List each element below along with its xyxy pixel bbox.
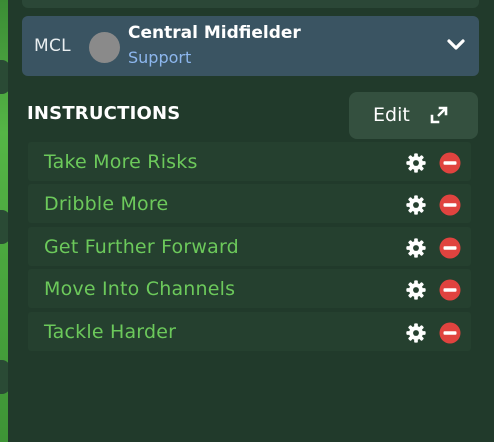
gear-icon[interactable] (405, 322, 427, 344)
position-code: MCL (34, 36, 71, 56)
instruction-label: Get Further Forward (44, 235, 239, 258)
instruction-row[interactable]: Get Further Forward (28, 226, 471, 266)
instruction-label: Dribble More (44, 193, 169, 216)
section-title: INSTRUCTIONS (27, 103, 181, 124)
remove-icon[interactable] (439, 237, 461, 259)
tactics-panel-window: MCL Central Midfielder Support INSTRUCTI… (0, 0, 494, 442)
remove-icon[interactable] (439, 152, 461, 174)
instruction-label: Move Into Channels (44, 278, 236, 301)
chevron-down-icon[interactable] (447, 38, 465, 52)
expand-icon (430, 106, 448, 124)
gear-icon[interactable] (405, 237, 427, 259)
role-name: Central Midfielder (128, 23, 301, 43)
instruction-row[interactable]: Move Into Channels (28, 269, 471, 309)
instruction-list: Take More Risks Dribble More Get Further… (28, 142, 471, 354)
player-avatar (89, 32, 120, 63)
remove-icon[interactable] (439, 194, 461, 216)
role-selector[interactable]: MCL Central Midfielder Support (22, 16, 479, 76)
instruction-row[interactable]: Dribble More (28, 184, 471, 224)
instruction-label: Tackle Harder (44, 320, 177, 343)
instruction-row[interactable]: Tackle Harder (28, 311, 471, 351)
edit-label: Edit (373, 104, 410, 126)
role-duty: Support (128, 48, 192, 67)
instruction-row[interactable]: Take More Risks (28, 142, 471, 181)
gear-icon[interactable] (405, 279, 427, 301)
remove-icon[interactable] (439, 279, 461, 301)
previous-card-edge (22, 0, 479, 8)
gear-icon[interactable] (405, 152, 427, 174)
edit-button[interactable]: Edit (349, 92, 478, 139)
gear-icon[interactable] (405, 194, 427, 216)
instruction-label: Take More Risks (44, 151, 198, 173)
remove-icon[interactable] (439, 322, 461, 344)
